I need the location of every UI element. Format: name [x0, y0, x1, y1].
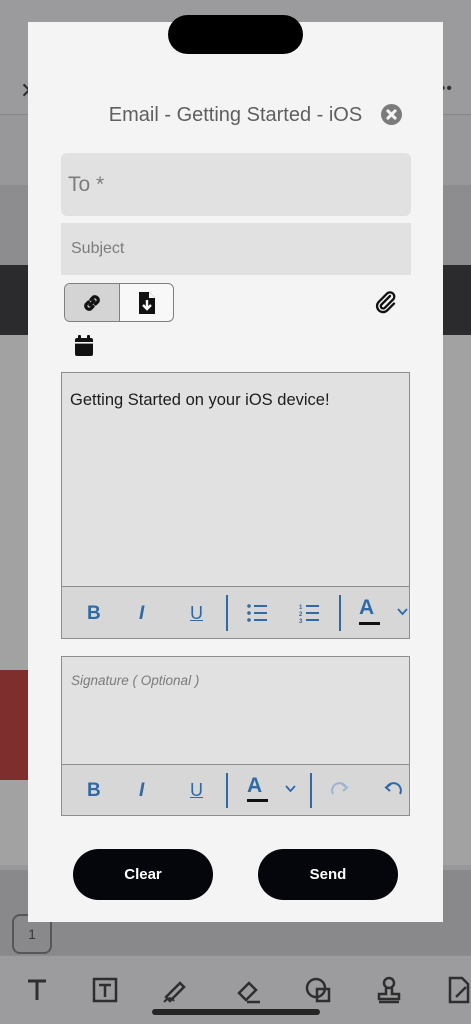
signature-placeholder: Signature ( Optional ) [71, 673, 200, 688]
message-toolbar: B I U 123 A [62, 586, 409, 638]
dynamic-island [168, 15, 303, 54]
signature-text-color-button[interactable]: A [247, 774, 262, 798]
paperclip-icon[interactable] [375, 290, 397, 314]
toolbar-divider [339, 595, 341, 631]
redo-icon[interactable] [331, 782, 351, 796]
message-body[interactable]: Getting Started on your iOS device! [70, 391, 330, 410]
svg-text:1: 1 [299, 605, 303, 611]
send-button[interactable]: Send [258, 849, 398, 900]
toolbar-divider [310, 773, 312, 808]
signature-underline-button[interactable]: U [190, 780, 203, 801]
svg-text:2: 2 [299, 612, 303, 618]
to-field[interactable]: To * [61, 153, 411, 216]
chevron-down-icon[interactable] [285, 785, 296, 793]
calendar-icon[interactable] [75, 335, 93, 356]
subject-field[interactable]: Subject [61, 223, 411, 275]
modal-title-text: Email - Getting Started - iOS [108, 104, 363, 126]
clear-button[interactable]: Clear [73, 849, 213, 900]
italic-button[interactable]: I [139, 603, 144, 625]
text-color-button[interactable]: A [359, 596, 374, 620]
undo-icon[interactable] [382, 782, 402, 796]
numbered-list-icon[interactable]: 123 [299, 603, 319, 623]
download-file-icon [139, 292, 155, 314]
bold-button[interactable]: B [87, 603, 101, 625]
signature-bold-button[interactable]: B [87, 780, 101, 802]
bulleted-list-icon[interactable] [247, 604, 267, 622]
message-editor[interactable]: Getting Started on your iOS device! B I … [61, 372, 410, 639]
attach-file-mode-button[interactable] [120, 284, 173, 321]
svg-text:3: 3 [299, 619, 303, 623]
signature-toolbar: B I U A [62, 764, 409, 815]
attachment-mode-toggle [64, 283, 174, 322]
close-icon[interactable] [381, 104, 402, 125]
signature-editor[interactable]: Signature ( Optional ) B I U A [61, 656, 410, 816]
toolbar-divider [226, 773, 228, 808]
signature-italic-button[interactable]: I [139, 780, 144, 802]
link-icon [84, 295, 100, 311]
signature-text-color-swatch [247, 799, 268, 802]
link-mode-button[interactable] [65, 284, 120, 321]
chevron-down-icon[interactable] [397, 608, 408, 616]
text-color-swatch [359, 622, 380, 625]
toolbar-divider [226, 595, 228, 631]
underline-button[interactable]: U [190, 603, 203, 624]
